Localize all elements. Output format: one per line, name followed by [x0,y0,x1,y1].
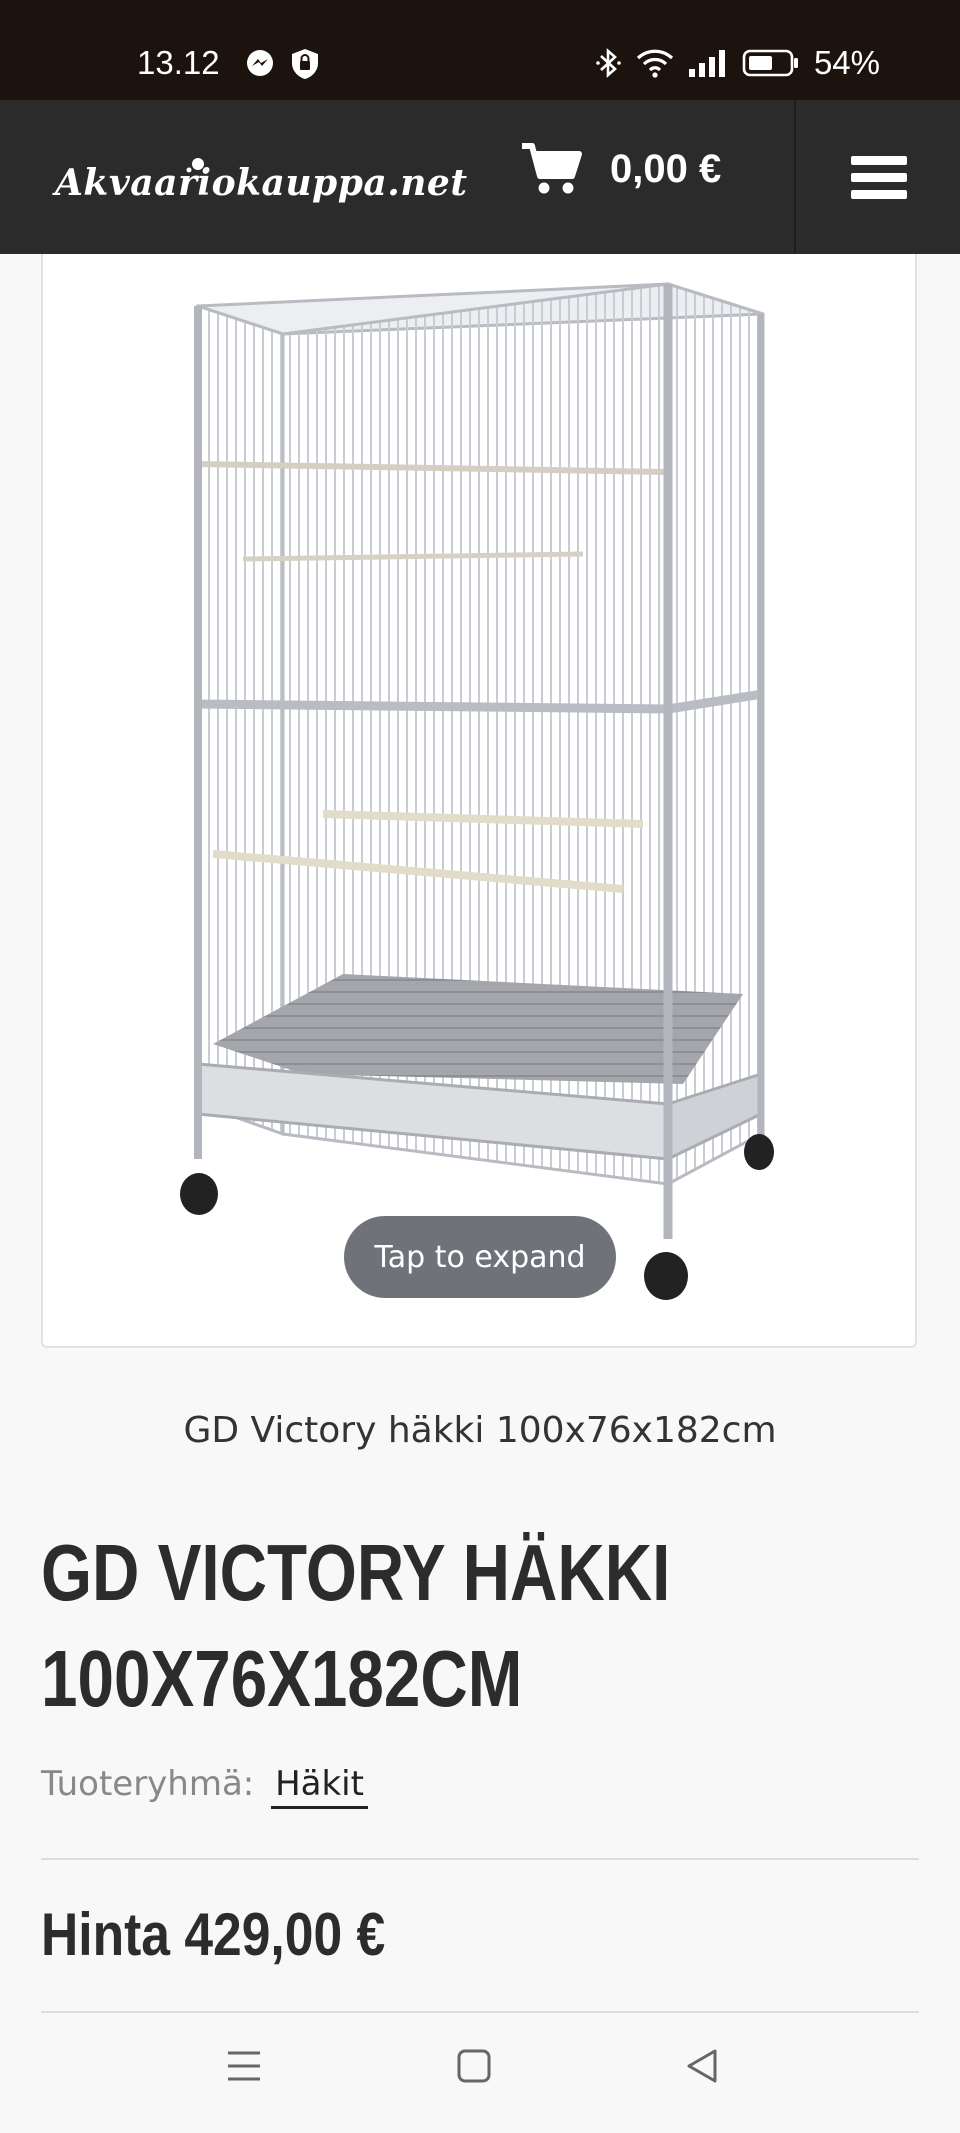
battery-percent: 54% [813,44,880,81]
cart-icon [522,143,582,194]
status-bar: 13.12 54% [0,0,960,100]
image-caption: GD Victory häkki 100x76x182cm [183,1410,777,1451]
status-icons: 54% [596,44,880,82]
cart-total: 0,00 € [610,146,722,191]
clock: 13.12 [137,44,220,81]
menu-button[interactable] [794,100,960,254]
product-price: Hinta 429,00 € [41,1901,386,1968]
bluetooth-icon [596,48,621,78]
cart-button[interactable]: 0,00 € [520,142,721,196]
logo-bubbles-icon [186,158,204,173]
vpn-shield-icon [292,49,318,79]
messenger-icon [247,50,273,76]
battery-icon [742,49,798,77]
hamburger-menu-icon [851,148,907,207]
product-group-link[interactable]: Häkit [271,1764,368,1809]
product-title-line-2: 100x76x182cm [41,1634,523,1723]
system-navigation-bar [0,2013,960,2133]
signal-icon [688,50,725,77]
site-header: Akvaariokauppa.net 0,00 € [0,100,960,254]
product-group: Tuoteryhmä: Häkit [41,1764,368,1809]
tap-to-expand-button[interactable]: Tap to expand [344,1216,616,1298]
wifi-icon [636,49,674,78]
site-logo[interactable]: Akvaariokauppa.net [55,162,467,204]
recent-apps-icon[interactable] [226,2048,262,2084]
home-icon[interactable] [456,2048,492,2084]
bird-cage-image [180,281,774,1300]
divider [41,1858,919,1860]
back-icon[interactable] [684,2048,720,2084]
product-title-line-1: GD Victory häkki [41,1528,671,1617]
product-image[interactable] [41,254,917,1348]
product-title: GD Victory häkki 100x76x182cm [41,1520,763,1732]
product-group-label: Tuoteryhmä: [41,1764,255,1804]
